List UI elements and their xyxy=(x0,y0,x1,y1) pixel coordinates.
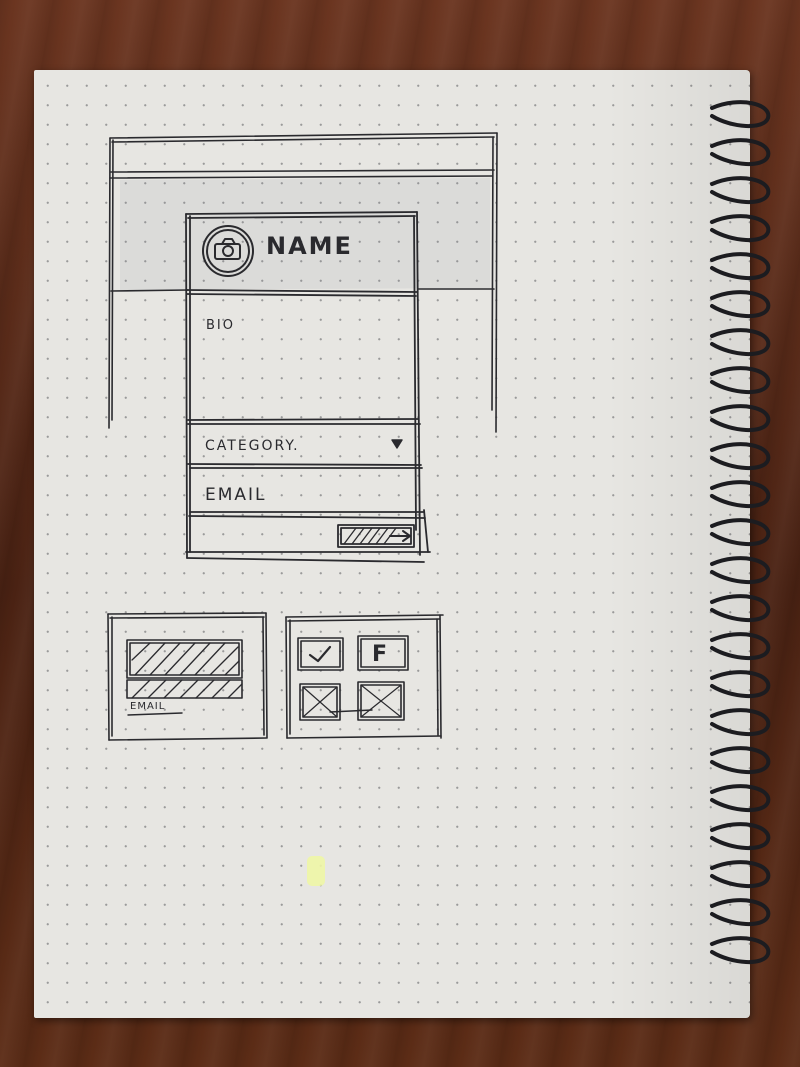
facebook-icon-label: F xyxy=(372,642,389,667)
profile-category-label: CATEGORY. xyxy=(205,438,300,454)
thumbnail-right xyxy=(285,614,444,739)
sketch-drawing xyxy=(107,100,771,965)
thumbnail-left xyxy=(107,612,268,741)
highlighter-mark xyxy=(307,856,325,886)
chevron-down-icon xyxy=(391,439,403,449)
profile-bio-label: BIO xyxy=(206,318,235,333)
profile-name-label: NAME xyxy=(266,232,353,260)
submit-button-sketch xyxy=(337,524,415,548)
thumbnail-email-label: EMAIL xyxy=(130,701,166,712)
profile-email-label: EMAIL xyxy=(205,485,267,505)
spiral-coils xyxy=(710,100,771,965)
